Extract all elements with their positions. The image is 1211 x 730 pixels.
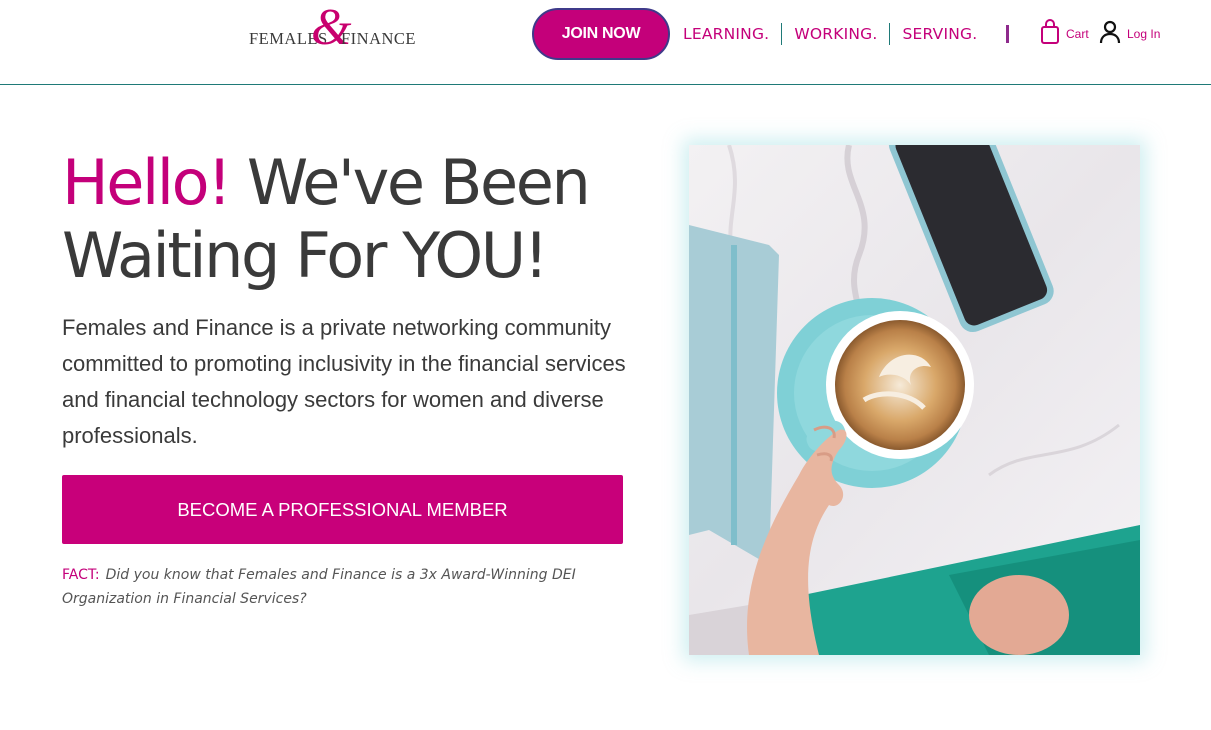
nav-serving[interactable]: SERVING. xyxy=(902,25,977,43)
become-member-button[interactable]: BECOME A PROFESSIONAL MEMBER xyxy=(62,475,623,544)
login-link[interactable]: Log In xyxy=(1099,20,1160,48)
headline-accent: Hello! xyxy=(62,146,232,219)
fact-label: FACT: xyxy=(62,567,100,583)
hero-headline: Hello! We've Been Waiting For YOU! xyxy=(62,146,642,292)
nav-learning[interactable]: LEARNING. xyxy=(683,25,769,43)
cart-link[interactable]: Cart xyxy=(1040,18,1089,50)
login-label: Log In xyxy=(1127,27,1161,41)
hero-photo xyxy=(689,145,1140,655)
cart-label: Cart xyxy=(1066,27,1089,41)
hero-description: Females and Finance is a private network… xyxy=(62,315,626,448)
user-icon xyxy=(1099,20,1121,49)
fact-note: FACT: Did you know that Females and Finan… xyxy=(62,563,622,611)
shopping-bag-icon xyxy=(1040,18,1060,50)
main-nav: LEARNING. WORKING. SERVING. xyxy=(683,22,977,46)
logo-word-finance: FINANCE xyxy=(341,29,417,48)
site-header: FEMALES & FINANCE JOIN NOW LEARNING. WOR… xyxy=(0,0,1211,85)
join-now-button[interactable]: JOIN NOW xyxy=(532,8,670,60)
nav-working[interactable]: WORKING. xyxy=(794,25,877,43)
logo[interactable]: FEMALES & FINANCE xyxy=(249,2,416,60)
nav-divider-thick xyxy=(1006,25,1009,43)
nav-divider xyxy=(781,23,783,45)
nav-divider xyxy=(889,23,891,45)
fact-text: Did you know that Females and Finance is… xyxy=(62,567,576,607)
